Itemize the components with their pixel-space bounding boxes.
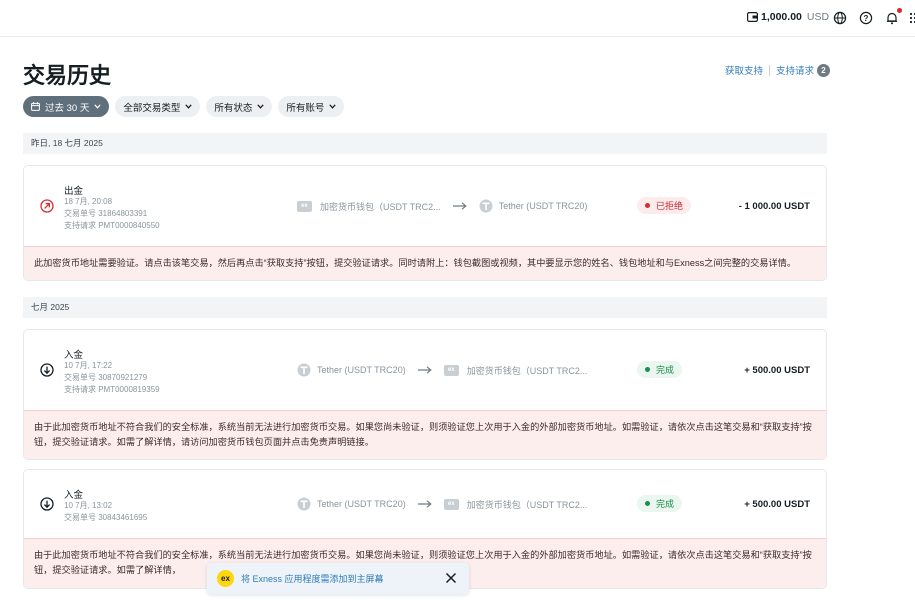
deposit-arrow-icon [40, 497, 54, 511]
support-links: 获取支持 支持请求 2 [725, 63, 831, 77]
status-label: 已拒绝 [656, 201, 684, 211]
transaction-route: ex 加密货币钱包（USDT TRC2... Tether (USDT TRC2… [297, 199, 587, 213]
arrow-right-icon [452, 202, 467, 210]
route-to: Tether (USDT TRC20) [498, 201, 588, 211]
bell-icon[interactable] [885, 11, 899, 25]
status-label: 完成 [656, 499, 675, 509]
transaction-summary[interactable]: 出金 18 7月, 20:08 交易单号 31864803391 支持请求 PM… [24, 166, 826, 246]
balance-currency: USD [806, 11, 830, 23]
transaction-meta: 18 7月, 20:08 交易单号 31864803391 支持请求 PMT00… [64, 196, 160, 232]
status-badge: 完成 [637, 495, 683, 512]
transaction-number: 交易单号 31864803391 [64, 209, 148, 218]
apps-grid-icon[interactable] [909, 11, 915, 25]
exness-wallet-icon: ex [297, 200, 312, 212]
filter-label: 过去 30 天 [45, 102, 90, 114]
date-group-header: 七月 2025 [23, 297, 827, 318]
transaction-type: 入金 [64, 350, 84, 361]
transaction-number: 交易单号 30843461695 [64, 513, 148, 522]
status-dot [645, 203, 650, 208]
exness-logo-icon: ex [217, 570, 234, 587]
transaction-card[interactable]: 出金 18 7月, 20:08 交易单号 31864803391 支持请求 PM… [23, 165, 827, 281]
filter-label: 全部交易类型 [123, 102, 181, 114]
tether-icon [297, 363, 311, 377]
help-icon[interactable]: ? [859, 11, 873, 25]
transaction-type-filter[interactable]: 全部交易类型 [115, 96, 201, 117]
status-filter[interactable]: 所有状态 [206, 96, 273, 117]
close-icon[interactable] [445, 572, 457, 584]
status-dot [645, 501, 650, 506]
filter-bar: 过去 30 天 全部交易类型 所有状态 所有账号 [23, 96, 345, 117]
route-from: Tether (USDT TRC20) [317, 365, 406, 375]
transaction-route: Tether (USDT TRC20) ex 加密货币钱包（USDT TRC2.… [297, 497, 587, 511]
route-from: 加密货币钱包（USDT TRC2... [320, 201, 441, 212]
transaction-type: 入金 [64, 490, 84, 501]
transaction-amount: + 500.00 USDT [744, 499, 810, 510]
arrow-right-icon [417, 500, 432, 508]
chevron-down-icon [94, 104, 102, 109]
route-from: Tether (USDT TRC20) [317, 499, 406, 509]
toast-message[interactable]: 将 Exness 应用程度需添加到主屏幕 [241, 572, 384, 585]
transaction-card[interactable]: 入金 10 7月, 17:22 交易单号 30870921279 支持请求 PM… [23, 329, 827, 460]
chevron-down-icon [185, 104, 193, 109]
support-count-badge: 2 [817, 63, 831, 77]
status-badge: 已拒绝 [637, 197, 692, 214]
status-label: 完成 [656, 365, 675, 375]
balance-value: 1,000.00 [761, 11, 802, 23]
calendar-icon [31, 102, 40, 111]
transaction-amount: - 1 000.00 USDT [738, 201, 810, 212]
transaction-summary[interactable]: 入金 10 7月, 17:22 交易单号 30870921279 支持请求 PM… [24, 330, 826, 410]
transaction-route: Tether (USDT TRC20) ex 加密货币钱包（USDT TRC2.… [297, 363, 587, 377]
divider [769, 64, 771, 76]
add-to-homescreen-toast[interactable]: ex 将 Exness 应用程度需添加到主屏幕 [207, 563, 469, 594]
date-group-header: 昨日, 18 七月 2025 [23, 133, 827, 154]
top-bar: 1,000.00 USD ? [0, 0, 915, 37]
deposit-arrow-icon [40, 363, 54, 377]
account-filter[interactable]: 所有账号 [278, 96, 345, 117]
svg-text:?: ? [864, 14, 869, 23]
support-request-number: 支持请求 PMT0000819359 [64, 385, 160, 394]
status-dot [645, 367, 650, 372]
page-title: 交易历史 [23, 63, 112, 88]
transaction-meta: 10 7月, 17:22 交易单号 30870921279 支持请求 PMT00… [64, 360, 160, 396]
tether-icon [479, 199, 493, 213]
globe-icon[interactable] [833, 11, 847, 25]
route-to: 加密货币钱包（USDT TRC2... [466, 499, 588, 510]
exness-wallet-icon: ex [443, 498, 459, 510]
exness-wallet-icon: ex [443, 364, 459, 376]
chevron-down-icon [329, 104, 337, 109]
transaction-summary[interactable]: 入金 10 7月, 13:02 交易单号 30843461695 Tether … [24, 470, 826, 538]
date-range-filter[interactable]: 过去 30 天 [23, 96, 110, 117]
transaction-date: 10 7月, 13:02 [64, 501, 113, 510]
support-request-number: 支持请求 PMT0000840550 [64, 221, 160, 230]
arrow-right-icon [417, 366, 432, 374]
withdrawal-arrow-icon [40, 199, 54, 213]
transaction-date: 10 7月, 17:22 [64, 361, 113, 370]
account-balance[interactable]: 1,000.00 USD [747, 11, 829, 23]
transaction-amount: + 500.00 USDT [744, 365, 810, 376]
notification-dot [897, 8, 902, 13]
verification-warning: 此加密货币地址需要验证。请点击该笔交易，然后再点击“获取支持”按钮，提交验证请求… [24, 246, 826, 280]
chevron-down-icon [257, 104, 265, 109]
support-requests-link[interactable]: 支持请求 [776, 63, 814, 77]
status-badge: 完成 [637, 361, 683, 378]
tether-icon [297, 497, 311, 511]
filter-label: 所有状态 [214, 102, 253, 114]
transaction-meta: 10 7月, 13:02 交易单号 30843461695 [64, 500, 147, 524]
filter-label: 所有账号 [286, 102, 325, 114]
transaction-type: 出金 [64, 186, 84, 197]
verification-warning: 由于此加密货币地址不符合我们的安全标准，系统当前无法进行加密货币交易。如果您尚未… [24, 410, 826, 459]
transaction-number: 交易单号 30870921279 [64, 373, 148, 382]
wallet-icon [747, 12, 758, 22]
transaction-date: 18 7月, 20:08 [64, 197, 113, 206]
route-to: 加密货币钱包（USDT TRC2... [466, 365, 588, 376]
get-support-link[interactable]: 获取支持 [725, 63, 763, 77]
